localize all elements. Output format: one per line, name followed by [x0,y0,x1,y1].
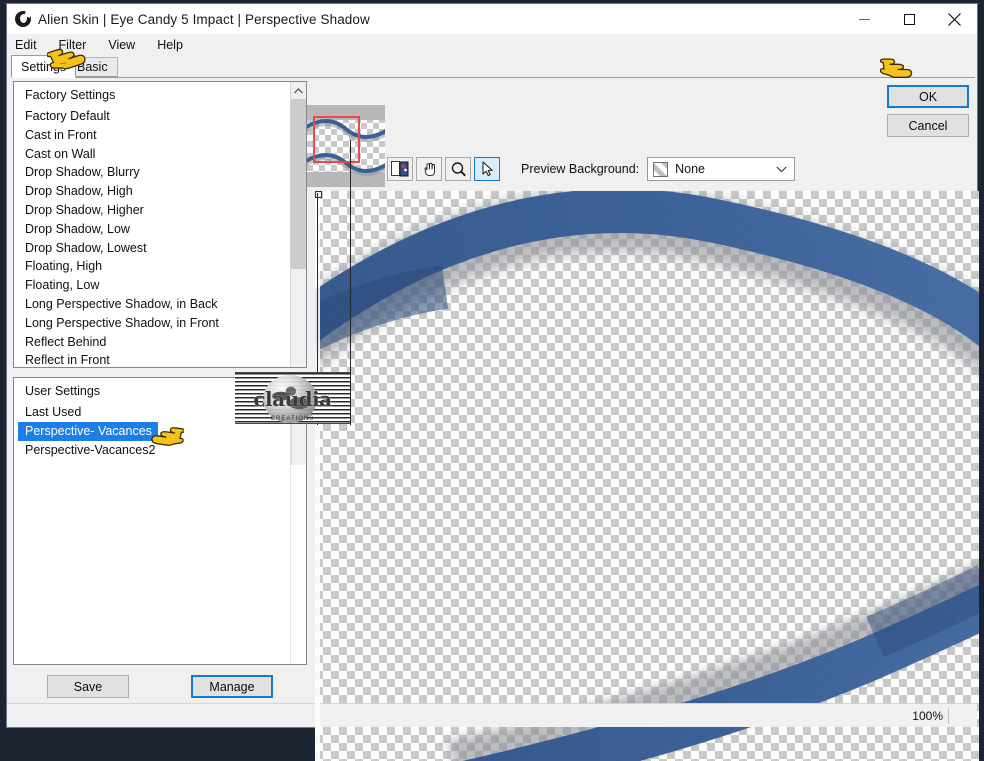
list-item[interactable]: Drop Shadow, Higher [18,201,289,220]
list-item[interactable]: Long Perspective Shadow, in Front [18,314,289,333]
pointer-hand-cursor-ok-button [880,58,913,78]
list-item[interactable]: Perspective-Vacances2 [18,441,155,460]
close-icon[interactable] [932,4,977,34]
watermark-guide-line-right [350,140,351,425]
list-item[interactable]: Cast on Wall [18,145,289,164]
preview-wave-art [315,191,979,761]
minimize-icon[interactable] [842,4,887,34]
list-item[interactable]: Long Perspective Shadow, in Back [18,295,289,314]
tab-strip: Settings Basic [11,55,981,78]
watermark: claudia CREATIONS [235,372,350,424]
list-item[interactable]: Drop Shadow, Low [18,220,289,239]
scrollbar-thumb[interactable] [291,99,306,269]
menu-item-view[interactable]: View [107,38,144,52]
pointer-hand-cursor-user-setting [151,427,184,446]
dialog-body: Settings Basic Factory Settings Factory … [7,55,979,761]
list-item[interactable]: Last Used [18,403,81,422]
list-item-selected[interactable]: Perspective- Vacances [18,421,158,441]
manage-button[interactable]: Manage [191,675,273,698]
list-item[interactable]: Reflect in Front [18,351,289,367]
zoom-level-indicator: 100% [912,708,943,723]
factory-settings-list-inner: Factory Settings Factory Default Cast in… [14,82,289,367]
menu-item-help[interactable]: Help [156,38,192,52]
cancel-button[interactable]: Cancel [887,114,969,137]
list-item[interactable]: Drop Shadow, High [18,182,289,201]
settings-actions: Save Manage [13,675,307,705]
list-item[interactable]: Cast in Front [18,126,289,145]
preview-background-select[interactable]: None [647,157,796,181]
scroll-up-arrow-icon[interactable] [291,82,306,99]
status-bar: 100% [7,703,977,727]
list-item[interactable]: Factory Default [18,107,289,126]
list-item[interactable]: Floating, Low [18,276,289,295]
factory-settings-group-title: Factory Settings [25,88,116,102]
preview-background-value: None [675,162,706,176]
application-window: Alien Skin | Eye Candy 5 Impact | Perspe… [6,3,979,761]
preview-canvas[interactable] [315,191,979,761]
menu-item-edit[interactable]: Edit [14,38,46,52]
preview-background-label: Preview Background: [521,162,640,176]
window-title: Alien Skin | Eye Candy 5 Impact | Perspe… [38,11,370,27]
pointer-arrow-icon[interactable] [474,157,500,181]
transparency-swatch-icon [653,161,669,177]
zoom-magnifier-icon[interactable] [445,157,471,181]
menu-bar: Edit Filter View Help [7,34,977,55]
window-controls [842,4,977,34]
watermark-subtext: CREATIONS [270,416,315,422]
navigator-selection-rectangle[interactable] [313,116,360,163]
tab-underline [11,77,975,78]
alien-skin-logo-icon [14,10,32,28]
factory-settings-list[interactable]: Factory Settings Factory Default Cast in… [13,81,307,368]
list-item[interactable]: Floating, High [18,257,289,276]
factory-list-scrollbar[interactable] [290,82,306,367]
compare-before-after-icon[interactable] [387,157,413,181]
dialog-action-buttons: OK Cancel [887,85,969,137]
list-item[interactable]: Drop Shadow, Lowest [18,239,289,258]
list-item[interactable]: Drop Shadow, Blurry [18,163,289,182]
preview-navigator-thumbnail[interactable] [307,105,385,187]
maximize-icon[interactable] [887,4,932,34]
save-button[interactable]: Save [47,675,129,698]
ok-button[interactable]: OK [887,85,969,108]
status-separator [948,708,949,724]
pan-hand-icon[interactable] [416,157,442,181]
chevron-down-icon[interactable] [776,160,787,178]
pointer-hand-cursor-filter-menu [47,48,86,70]
list-item[interactable]: Reflect Behind [18,333,289,352]
preview-toolbar: Preview Background: None [387,151,796,187]
title-bar: Alien Skin | Eye Candy 5 Impact | Perspe… [7,4,977,34]
watermark-text: claudia [253,387,332,411]
